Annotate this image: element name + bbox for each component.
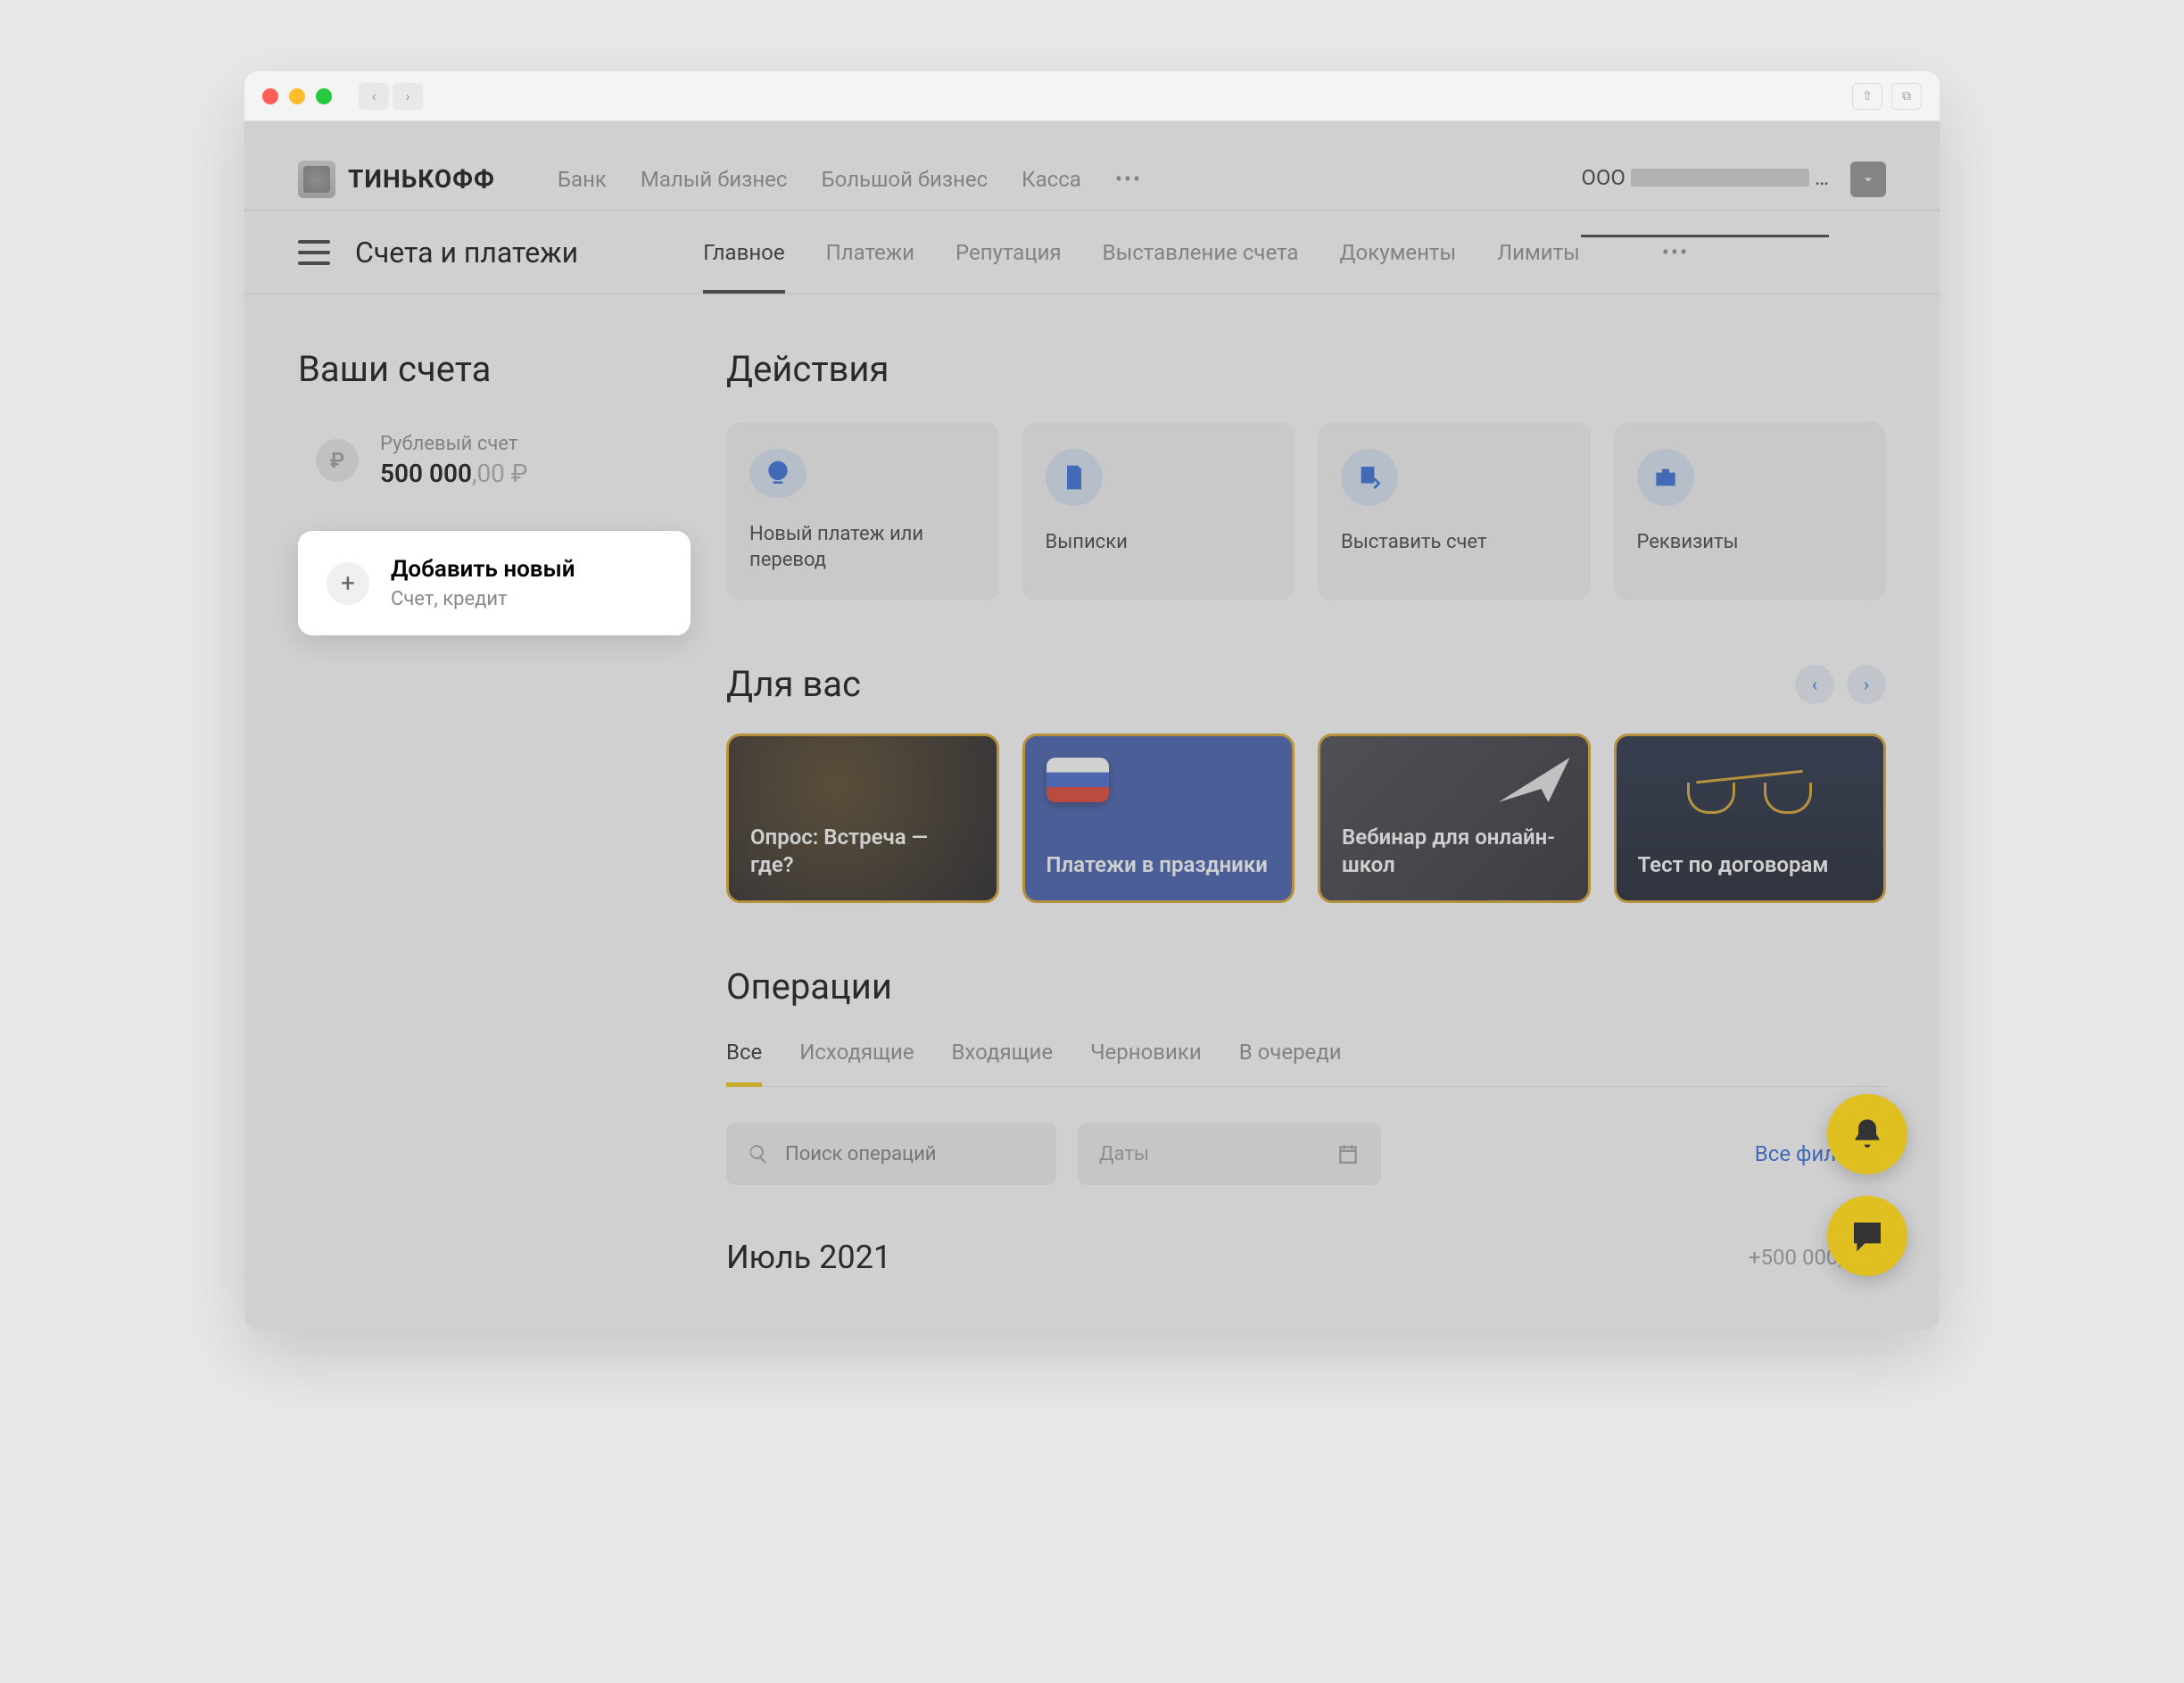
carousel-nav: ‹ ›	[1795, 665, 1886, 704]
logo-text: ТИНЬКОФФ	[348, 164, 495, 194]
company-selector[interactable]: OOO …	[1581, 162, 1886, 197]
nav-arrows: ‹ ›	[359, 83, 423, 110]
search-icon	[748, 1143, 769, 1165]
actions-title: Действия	[726, 348, 1886, 390]
account-balance: 500 000,00 ₽	[380, 459, 527, 488]
company-name-redacted	[1631, 169, 1809, 187]
tabs-icon[interactable]: ⧉	[1891, 83, 1922, 110]
add-new-account-card[interactable]: + Добавить новый Счет, кредит	[298, 531, 691, 635]
bell-icon	[1849, 1116, 1885, 1152]
tabs-more-icon[interactable]: •••	[1662, 211, 1689, 294]
tab-invoice[interactable]: Выставление счета	[1103, 211, 1299, 294]
tab-limits[interactable]: Лимиты	[1497, 211, 1580, 294]
search-operations[interactable]	[726, 1123, 1056, 1185]
menu-icon[interactable]	[298, 240, 330, 265]
titlebar: ‹ › ⇧ ⧉	[244, 71, 1940, 121]
action-issue-invoice[interactable]: Выставить счет	[1318, 422, 1591, 601]
plus-icon: +	[327, 562, 369, 605]
action-statements[interactable]: Выписки	[1022, 422, 1295, 601]
action-requisites[interactable]: Реквизиты	[1614, 422, 1887, 601]
date-filter[interactable]: Даты	[1078, 1123, 1381, 1185]
upload-icon	[749, 449, 807, 498]
account-name: Рублевый счет	[380, 433, 527, 455]
document-icon	[1046, 449, 1103, 506]
notifications-fab[interactable]	[1827, 1094, 1907, 1174]
top-nav: Банк Малый бизнес Большой бизнес Касса •…	[558, 167, 1142, 192]
maximize-window[interactable]	[316, 88, 332, 104]
sub-tabs: Главное Платежи Репутация Выставление сч…	[703, 211, 1689, 294]
company-prefix: OOO	[1581, 165, 1626, 190]
tab-payments[interactable]: Платежи	[826, 211, 914, 294]
flag-icon	[1046, 758, 1109, 802]
back-button[interactable]: ‹	[359, 83, 389, 110]
for-you-row: Опрос: Встреча — где? Платежи в праздник…	[726, 734, 1886, 903]
ops-tab-queued[interactable]: В очереди	[1239, 1040, 1342, 1086]
browser-window: ‹ › ⇧ ⧉ ТИНЬКОФФ Банк Малый бизнес Больш…	[244, 71, 1940, 1330]
tab-documents[interactable]: Документы	[1340, 211, 1457, 294]
account-row[interactable]: ₽ Рублевый счет 500 000,00 ₽	[298, 433, 691, 488]
operations-title: Операции	[726, 966, 1886, 1007]
main-content: Действия Новый платеж или перевод Выписк…	[726, 348, 1886, 1276]
scales-icon	[1687, 758, 1812, 820]
logo[interactable]: ТИНЬКОФФ	[298, 161, 495, 198]
sidebar: Ваши счета ₽ Рублевый счет 500 000,00 ₽ …	[298, 348, 691, 1276]
logo-shield-icon	[298, 161, 335, 198]
calendar-icon	[1336, 1142, 1360, 1165]
actions-row: Новый платеж или перевод Выписки Выстави…	[726, 422, 1886, 601]
ops-tab-all[interactable]: Все	[726, 1040, 762, 1086]
for-you-survey[interactable]: Опрос: Встреча — где?	[726, 734, 999, 903]
chat-icon	[1849, 1218, 1885, 1254]
tab-main[interactable]: Главное	[703, 211, 784, 294]
carousel-next[interactable]: ›	[1847, 665, 1886, 704]
add-title: Добавить новый	[391, 556, 575, 583]
for-you-holidays[interactable]: Платежи в праздники	[1022, 734, 1295, 903]
chat-fab[interactable]	[1827, 1196, 1907, 1276]
nav-kassa[interactable]: Касса	[1022, 167, 1081, 192]
close-window[interactable]	[262, 88, 278, 104]
nav-small-biz[interactable]: Малый бизнес	[641, 167, 788, 192]
carousel-prev[interactable]: ‹	[1795, 665, 1834, 704]
tab-reputation[interactable]: Репутация	[956, 211, 1062, 294]
paperplane-icon	[1499, 758, 1570, 802]
add-subtitle: Счет, кредит	[391, 588, 575, 610]
action-new-payment[interactable]: Новый платеж или перевод	[726, 422, 999, 601]
date-placeholder: Даты	[1099, 1143, 1149, 1165]
nav-big-biz[interactable]: Большой бизнес	[821, 167, 988, 192]
for-you-title: Для вас	[726, 663, 861, 705]
forward-button[interactable]: ›	[393, 83, 423, 110]
nav-more-icon[interactable]: •••	[1115, 167, 1142, 192]
fab-column	[1827, 1094, 1907, 1276]
briefcase-icon	[1637, 449, 1694, 506]
month-row: Июль 2021 +500 000,00 ₽	[726, 1239, 1886, 1276]
operations-filters: Даты Все фильтры	[726, 1123, 1886, 1185]
operations-tabs: Все Исходящие Входящие Черновики В очере…	[726, 1040, 1886, 1087]
window-controls	[262, 88, 332, 104]
page-title: Счета и платежи	[355, 236, 578, 269]
sidebar-title: Ваши счета	[298, 348, 691, 390]
for-you-test[interactable]: Тест по договорам	[1614, 734, 1887, 903]
ops-tab-incoming[interactable]: Входящие	[952, 1040, 1054, 1086]
nav-bank[interactable]: Банк	[558, 167, 607, 192]
search-input[interactable]	[785, 1143, 1035, 1165]
ops-tab-drafts[interactable]: Черновики	[1090, 1040, 1202, 1086]
for-you-webinar[interactable]: Вебинар для онлайн-школ	[1318, 734, 1591, 903]
month-title: Июль 2021	[726, 1239, 891, 1276]
invoice-icon	[1341, 449, 1398, 506]
subheader: Счета и платежи Главное Платежи Репутаци…	[244, 211, 1940, 294]
ops-tab-outgoing[interactable]: Исходящие	[799, 1040, 914, 1086]
ruble-icon: ₽	[316, 439, 359, 482]
share-icon[interactable]: ⇧	[1852, 83, 1882, 110]
company-dropdown-icon[interactable]	[1850, 162, 1886, 197]
top-header: ТИНЬКОФФ Банк Малый бизнес Большой бизне…	[244, 121, 1940, 211]
minimize-window[interactable]	[289, 88, 305, 104]
